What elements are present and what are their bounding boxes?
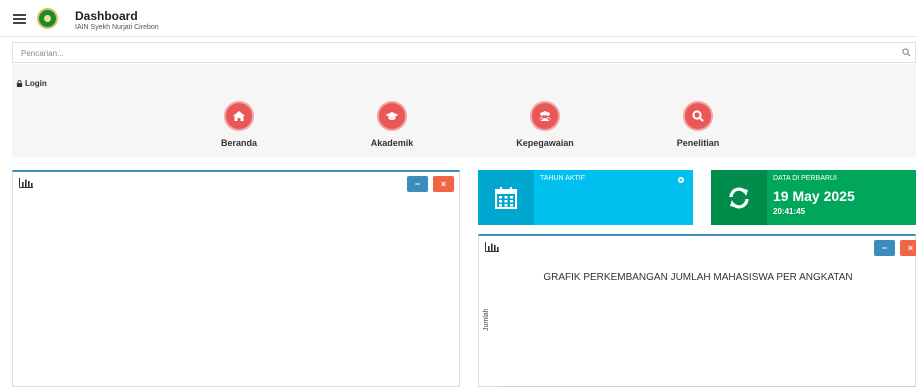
login-link[interactable]: Login (16, 79, 47, 88)
nav-kepegawaian-label: Kepegawaian (516, 138, 574, 148)
data-diperbarui-label: DATA DI PERBARUI (773, 175, 837, 182)
left-chart-box: − × (12, 170, 460, 387)
refresh-icon (729, 187, 749, 208)
nav-kepegawaian-circle (530, 101, 560, 131)
bar-chart-icon (485, 242, 499, 252)
nav-kepegawaian[interactable]: Kepegawaian (505, 101, 585, 148)
search-icon[interactable] (902, 48, 911, 57)
info-box-data-diperbarui: DATA DI PERBARUI 19 May 2025 20:41:45 (711, 170, 916, 225)
institution-logo (37, 8, 58, 29)
gear-icon[interactable] (677, 176, 685, 184)
nav-beranda[interactable]: Beranda (199, 101, 279, 148)
graduation-cap-icon (385, 112, 399, 120)
bar-chart-icon (19, 178, 33, 188)
users-icon (538, 111, 552, 121)
info-icon-area (711, 170, 767, 225)
nav-akademik-circle (377, 101, 407, 131)
chart-y-axis-label: Jumlah (483, 308, 490, 331)
home-icon (233, 111, 245, 121)
nav-akademik[interactable]: Akademik (352, 101, 432, 148)
data-diperbarui-date: 19 May 2025 (773, 188, 855, 204)
page-title: Dashboard (75, 9, 138, 23)
info-icon-area (478, 170, 534, 225)
top-header: Dashboard IAIN Syekh Nurjati Cirebon (0, 0, 916, 37)
data-diperbarui-time: 20:41:45 (773, 207, 806, 216)
close-button[interactable]: × (900, 240, 916, 256)
minimize-button[interactable]: − (407, 176, 428, 192)
chart-title: GRAFIK PERKEMBANGAN JUMLAH MAHASISWA PER… (543, 272, 853, 283)
nav-beranda-circle (224, 101, 254, 131)
close-button[interactable]: × (433, 176, 454, 192)
info-box-tahun-aktif: TAHUN AKTIF (478, 170, 693, 225)
nav-penelitian-label: Penelitian (676, 138, 720, 148)
login-label: Login (25, 79, 47, 88)
student-chart-box: − × GRAFIK PERKEMBANGAN JUMLAH MAHASISWA… (478, 234, 916, 387)
hamburger-menu-icon[interactable] (13, 14, 26, 24)
nav-penelitian[interactable]: Penelitian (658, 101, 738, 148)
nav-beranda-label: Beranda (220, 138, 257, 148)
lock-icon (16, 80, 23, 87)
main-nav-panel: Login Beranda Akademik Kepegawaian Penel… (12, 64, 916, 157)
nav-akademik-label: Akademik (370, 138, 414, 148)
nav-penelitian-circle (683, 101, 713, 131)
page-subtitle: IAIN Syekh Nurjati Cirebon (75, 24, 159, 31)
search-icon (692, 110, 704, 122)
calendar-icon (495, 186, 517, 209)
minimize-button[interactable]: − (874, 240, 895, 256)
search-input[interactable] (13, 44, 873, 63)
tahun-aktif-label: TAHUN AKTIF (540, 175, 585, 182)
search-bar (12, 42, 916, 63)
